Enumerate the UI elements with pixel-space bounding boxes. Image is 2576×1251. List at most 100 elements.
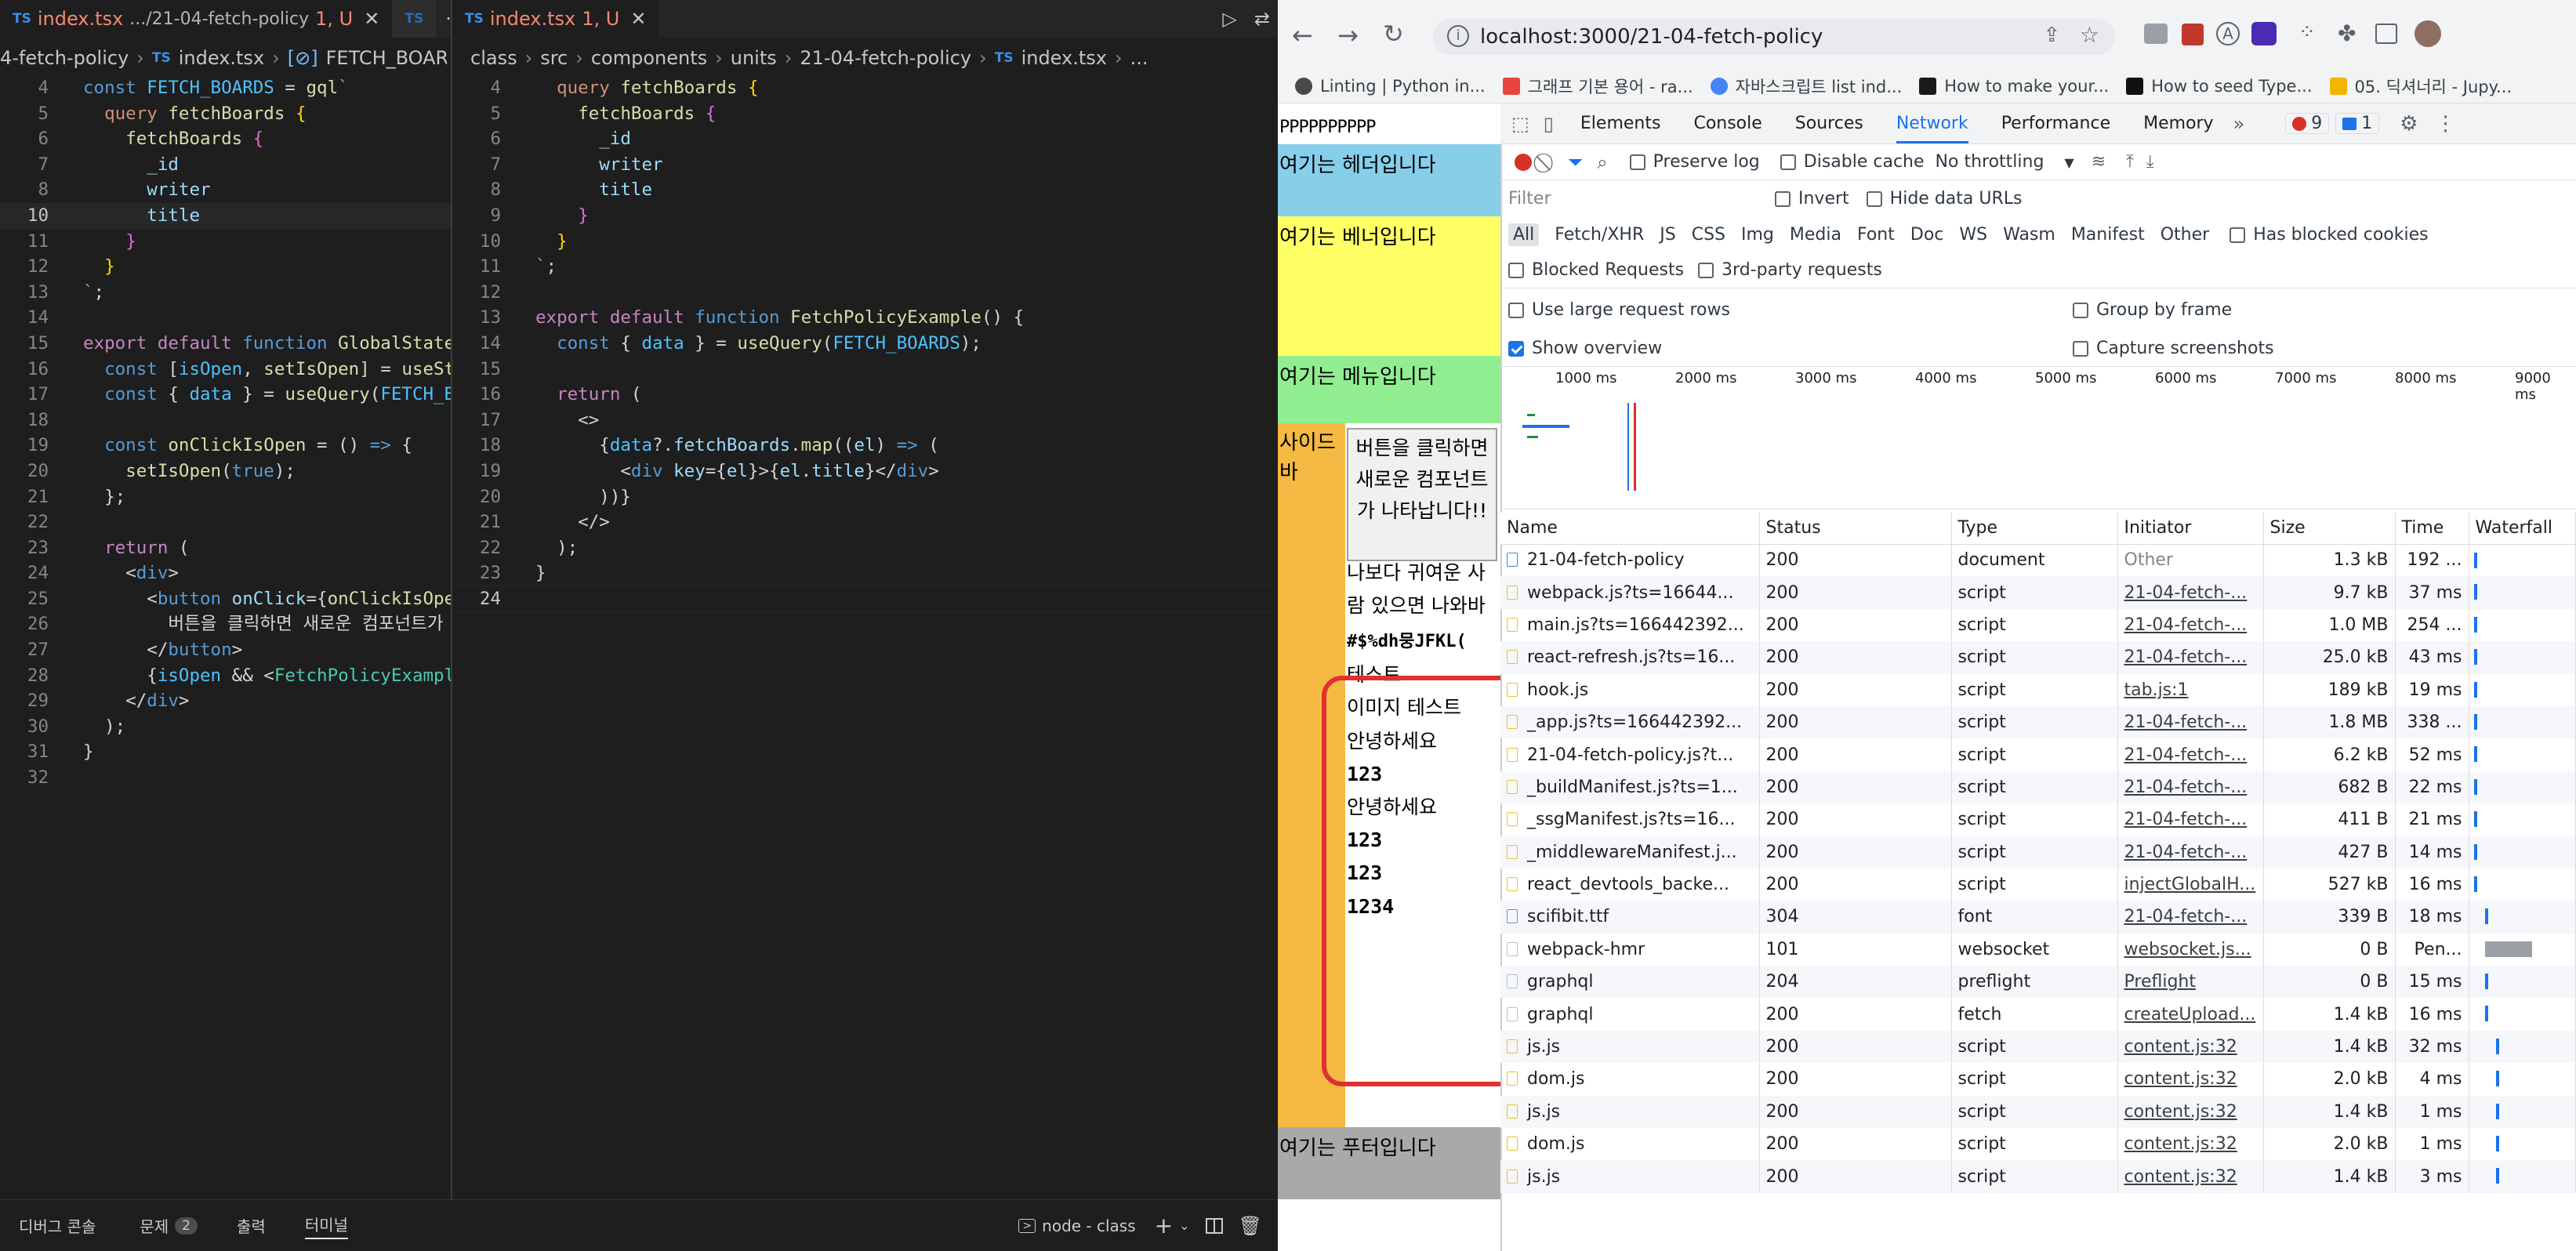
initiator-cell[interactable]: 21-04-fetch-... — [2117, 641, 2264, 674]
device-toolbar-icon[interactable]: ▯ — [1544, 113, 1554, 135]
blocked-requests-checkbox[interactable]: Blocked Requests — [1508, 260, 1684, 280]
terminal-selector[interactable]: > node - class — [1018, 1217, 1136, 1235]
table-row[interactable]: react_devtools_backe... 200 script injectGl… — [1500, 868, 2576, 901]
table-row[interactable]: _app.js?ts=166442392... 200 script 21-04-fe… — [1500, 705, 2576, 739]
checkbox[interactable] — [1508, 302, 1524, 318]
initiator-cell[interactable]: content.js:32 — [2117, 1063, 2264, 1096]
column-header[interactable]: Waterfall — [2469, 513, 2576, 545]
request-name-cell[interactable]: 21-04-fetch-policy.js?t... — [1500, 738, 1760, 771]
type-filter[interactable]: CSS — [1692, 225, 1725, 245]
initiator-cell[interactable]: createUpload... — [2117, 998, 2264, 1031]
request-name-cell[interactable]: _middlewareManifest.j... — [1500, 836, 1760, 868]
initiator-cell[interactable]: 21-04-fetch-... — [2117, 803, 2264, 836]
initiator-cell[interactable]: content.js:32 — [2117, 1030, 2264, 1064]
request-name-cell[interactable]: js.js — [1500, 1030, 1760, 1064]
info-icon[interactable]: i — [1447, 25, 1469, 47]
request-name-cell[interactable]: webpack.js?ts=16644... — [1500, 576, 1760, 609]
bookmark-star-icon[interactable]: ☆ — [2080, 22, 2099, 48]
initiator-cell[interactable]: content.js:32 — [2117, 1160, 2264, 1193]
request-name-cell[interactable]: react_devtools_backe... — [1500, 868, 1760, 901]
request-name-cell[interactable]: scifibit.ttf — [1500, 901, 1760, 934]
initiator-link[interactable]: content.js:32 — [2124, 1102, 2237, 1122]
tab-left-index[interactable]: TS index.tsx .../21-04-fetch-policy 1, U… — [0, 0, 393, 38]
column-header[interactable]: Name — [1500, 513, 1760, 545]
bookmark-item[interactable]: How to make your... — [1919, 77, 2109, 96]
back-icon[interactable]: ← — [1292, 20, 1313, 50]
initiator-link[interactable]: websocket.js... — [2124, 940, 2251, 959]
show-component-button[interactable]: 버튼을 클릭하면 새로운 컴포넌트가 나타납니다!! — [1347, 428, 1497, 561]
request-name-cell[interactable]: dom.js — [1500, 1128, 1760, 1161]
filter-input[interactable]: Filter — [1508, 189, 1775, 208]
type-filter[interactable]: Manifest — [2071, 225, 2145, 245]
initiator-cell[interactable]: content.js:32 — [2117, 1128, 2264, 1161]
checkbox[interactable] — [1508, 263, 1524, 278]
tab-right-index[interactable]: TS index.tsx 1, U ✕ — [452, 0, 659, 38]
extension-icon[interactable] — [2182, 24, 2204, 45]
initiator-link[interactable]: Preflight — [2124, 972, 2196, 992]
initiator-link[interactable]: 21-04-fetch-... — [2124, 583, 2248, 603]
initiator-cell[interactable]: Other — [2117, 544, 2264, 577]
type-filter[interactable]: Media — [1790, 225, 1841, 245]
column-header[interactable]: Time — [2395, 513, 2469, 545]
record-icon[interactable] — [1515, 153, 1532, 171]
tab-left-second[interactable]: TS — [392, 0, 437, 38]
table-row[interactable]: 21-04-fetch-policy.js?t... 200 script 21-04… — [1500, 738, 2576, 771]
initiator-link[interactable]: content.js:32 — [2124, 1134, 2237, 1154]
initiator-cell[interactable]: injectGlobalH... — [2117, 868, 2264, 901]
type-filter[interactable]: Fetch/XHR — [1555, 225, 1644, 245]
left-code-editor[interactable]: 4 const FETCH_BOARDS = gql` 5 query fetch… — [0, 75, 451, 1199]
settings-gear-icon[interactable]: ⚙ — [2400, 112, 2418, 136]
initiator-cell[interactable]: 21-04-fetch-... — [2117, 836, 2264, 868]
initiator-cell[interactable]: 21-04-fetch-... — [2117, 608, 2264, 642]
extension-icon[interactable]: A — [2216, 22, 2240, 45]
bookmark-item[interactable]: 05. 딕셔너리 - Jupy... — [2329, 74, 2512, 98]
overview-timeline[interactable]: 1000 ms 2000 ms 3000 ms 4000 ms 5000 ms 6000 … — [1500, 368, 2576, 509]
import-icon[interactable]: ⤒ — [2126, 152, 2134, 172]
bookmark-item[interactable]: 그래프 기본 용어 - ra... — [1502, 74, 1693, 98]
table-row[interactable]: scifibit.ttf 304 font 21-04-fetch-... 339 B1… — [1500, 901, 2576, 934]
group-by-frame-checkbox[interactable]: Group by frame — [2073, 300, 2232, 320]
initiator-cell[interactable]: 21-04-fetch-... — [2117, 576, 2264, 609]
column-header[interactable]: Initiator — [2117, 513, 2264, 545]
breadcrumb-item[interactable]: 21-04-fetch-policy — [800, 47, 971, 69]
initiator-link[interactable]: content.js:32 — [2124, 1037, 2237, 1057]
bookmark-item[interactable]: How to seed Type... — [2126, 77, 2313, 96]
initiator-link[interactable]: content.js:32 — [2124, 1069, 2237, 1089]
request-name-cell[interactable]: hook.js — [1500, 673, 1760, 706]
breadcrumb-item[interactable]: units — [731, 47, 777, 69]
table-row[interactable]: graphql 204 preflight Preflight 0 B 15 ms — [1500, 966, 2576, 999]
type-filter[interactable]: JS — [1660, 225, 1675, 245]
blocked-cookies-checkbox[interactable]: Has blocked cookies — [2230, 225, 2429, 245]
initiator-link[interactable]: 21-04-fetch-... — [2124, 745, 2248, 765]
table-row[interactable]: hook.js 200 script tab.js:1 189 kB 19 ms — [1500, 673, 2576, 706]
url-input[interactable]: i localhost:3000/21-04-fetch-policy ⇪ ☆ — [1433, 19, 2115, 55]
breadcrumb-item[interactable]: index.tsx — [1021, 47, 1107, 69]
table-row[interactable]: js.js 200 script content.js:32 1.4 kB 32 ms — [1500, 1030, 2576, 1064]
third-party-checkbox[interactable]: 3rd-party requests — [1698, 260, 1882, 280]
chevron-down-icon[interactable]: ⌄ — [1179, 1218, 1189, 1233]
checkbox[interactable] — [1780, 154, 1796, 170]
table-row[interactable]: dom.js 200 script content.js:32 2.0 kB 4 ms — [1500, 1063, 2576, 1096]
breadcrumb-file[interactable]: index.tsx — [179, 47, 264, 69]
tab-elements[interactable]: Elements — [1580, 114, 1661, 133]
initiator-cell[interactable]: 21-04-fetch-... — [2117, 901, 2264, 934]
tab-output[interactable]: 출력 — [237, 1214, 266, 1237]
puzzle-icon[interactable]: ✤ — [2338, 20, 2356, 46]
bookmark-item[interactable]: Linting | Python in... — [1295, 77, 1486, 96]
initiator-cell[interactable]: Preflight — [2117, 966, 2264, 999]
request-name-cell[interactable]: graphql — [1500, 966, 1760, 999]
request-name-cell[interactable]: webpack-hmr — [1500, 933, 1760, 966]
checkbox[interactable] — [1698, 263, 1714, 278]
request-name-cell[interactable]: dom.js — [1500, 1063, 1760, 1096]
split-terminal-icon[interactable] — [1205, 1217, 1223, 1234]
request-name-cell[interactable]: _app.js?ts=166442392... — [1500, 705, 1760, 739]
capture-screenshots-checkbox[interactable]: Capture screenshots — [2073, 339, 2274, 358]
initiator-link[interactable]: injectGlobalH... — [2124, 875, 2256, 894]
table-row[interactable]: js.js 200 script content.js:32 1.4 kB 1 ms — [1500, 1095, 2576, 1129]
table-row[interactable]: react-refresh.js?ts=16... 200 script 21-04-… — [1500, 641, 2576, 674]
message-count-badge[interactable]: 1 — [2335, 113, 2380, 134]
request-name-cell[interactable]: _ssgManifest.js?ts=16... — [1500, 803, 1760, 836]
right-code-editor[interactable]: 4 query fetchBoards { 5 fetchBoards { 6 … — [452, 75, 1278, 1199]
type-filter[interactable]: Wasm — [2003, 225, 2055, 245]
checkbox[interactable] — [2073, 341, 2088, 357]
